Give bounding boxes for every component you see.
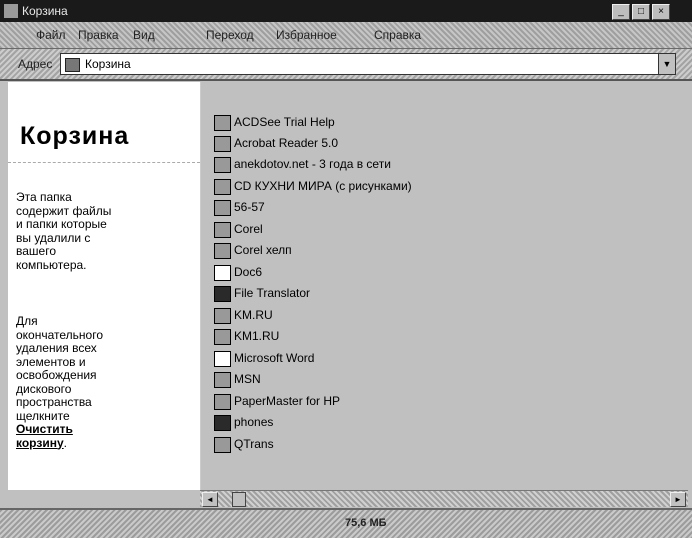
window-title: Корзина: [22, 4, 68, 18]
internet-shortcut-icon: [214, 156, 231, 173]
scroll-thumb[interactable]: [232, 492, 246, 507]
file-name: CD КУХНИ МИРА (с рисунками): [234, 179, 412, 193]
program-icon: [214, 285, 231, 302]
menu-bar: Файл Правка Вид Переход Избранное Справк…: [0, 22, 692, 49]
folder-icon: [214, 178, 231, 195]
file-name: Microsoft Word: [234, 351, 315, 365]
file-name: Doc6: [234, 265, 263, 279]
program-icon: [214, 436, 231, 453]
file-item[interactable]: phones: [214, 413, 273, 432]
instruction-period: .: [63, 435, 67, 450]
program-icon: [214, 393, 231, 410]
acrobat-icon: [214, 135, 231, 152]
file-name: File Translator: [234, 286, 311, 300]
address-field[interactable]: Корзина ▼: [60, 53, 676, 75]
address-bar: Адрес Корзина ▼: [0, 49, 692, 81]
scroll-left-icon[interactable]: ◄: [202, 492, 218, 507]
file-name: 56-57: [234, 200, 265, 214]
recycle-bin-icon: [4, 4, 18, 18]
file-name: Acrobat Reader 5.0: [234, 136, 339, 150]
file-item[interactable]: Corel: [214, 220, 263, 239]
scroll-right-icon[interactable]: ►: [670, 492, 686, 507]
file-item[interactable]: 56-57: [214, 198, 265, 217]
file-name: ACDSee Trial Help: [234, 115, 335, 129]
file-item[interactable]: Microsoft Word: [214, 349, 314, 368]
file-item[interactable]: File Translator: [214, 284, 310, 303]
km-icon: [214, 307, 231, 324]
chevron-down-icon[interactable]: ▼: [658, 54, 675, 74]
file-name: MSN: [234, 372, 261, 386]
document-icon: [214, 264, 231, 281]
file-name: phones: [234, 415, 274, 429]
msn-icon: [214, 371, 231, 388]
file-name: KM1.RU: [234, 329, 280, 343]
file-name: Corel: [234, 222, 263, 236]
help-file-icon: [214, 114, 231, 131]
folder-info-pane: Корзина Эта папка содержит файлы и папки…: [8, 82, 201, 490]
word-icon: [214, 350, 231, 367]
file-name: anekdotov.net - 3 года в сети: [234, 157, 391, 171]
folder-icon: [214, 199, 231, 216]
status-bar: 75,6 МБ: [0, 508, 692, 538]
folder-description: Эта папка содержит файлы и папки которые…: [16, 190, 112, 272]
file-item[interactable]: Acrobat Reader 5.0: [214, 134, 338, 153]
menu-edit[interactable]: Правка: [78, 28, 119, 42]
km-icon: [214, 328, 231, 345]
file-item[interactable]: ACDSee Trial Help: [214, 113, 335, 132]
menu-help[interactable]: Справка: [374, 28, 421, 42]
status-size: 75,6 МБ: [345, 517, 387, 529]
menu-file[interactable]: Файл: [36, 28, 66, 42]
horizontal-scrollbar[interactable]: ◄ ►: [200, 490, 688, 507]
file-item[interactable]: CD КУХНИ МИРА (с рисунками): [214, 177, 412, 196]
maximize-button[interactable]: □: [632, 4, 650, 20]
folder-icon: [214, 414, 231, 431]
file-name: Corel хелп: [234, 243, 292, 257]
title-bar: Корзина _ □ ×: [0, 0, 692, 22]
file-name: PaperMaster for HP: [234, 394, 341, 408]
file-item[interactable]: KM1.RU: [214, 327, 279, 346]
empty-instruction-text: Для окончательного удаления всех элемент…: [16, 314, 103, 423]
file-name: KM.RU: [234, 308, 273, 322]
folder-icon: [214, 242, 231, 259]
address-value: Корзина: [85, 57, 131, 71]
divider: [8, 162, 200, 163]
address-label: Адрес: [18, 57, 53, 71]
minimize-button[interactable]: _: [612, 4, 630, 20]
recycle-bin-icon: [65, 58, 80, 72]
file-name: QTrans: [234, 437, 274, 451]
menu-favorites[interactable]: Избранное: [276, 28, 337, 42]
file-item[interactable]: KM.RU: [214, 306, 273, 325]
file-item[interactable]: QTrans: [214, 435, 274, 454]
file-item[interactable]: Doc6: [214, 263, 262, 282]
file-item[interactable]: PaperMaster for HP: [214, 392, 340, 411]
file-item[interactable]: MSN: [214, 370, 261, 389]
menu-view[interactable]: Вид: [133, 28, 155, 42]
folder-icon: [214, 221, 231, 238]
close-button[interactable]: ×: [652, 4, 670, 20]
folder-title: Корзина: [20, 122, 130, 150]
menu-go[interactable]: Переход: [206, 28, 254, 42]
file-item[interactable]: anekdotov.net - 3 года в сети: [214, 155, 391, 174]
empty-instruction: Для окончательного удаления всех элемент…: [16, 314, 196, 450]
file-item[interactable]: Corel хелп: [214, 241, 292, 260]
